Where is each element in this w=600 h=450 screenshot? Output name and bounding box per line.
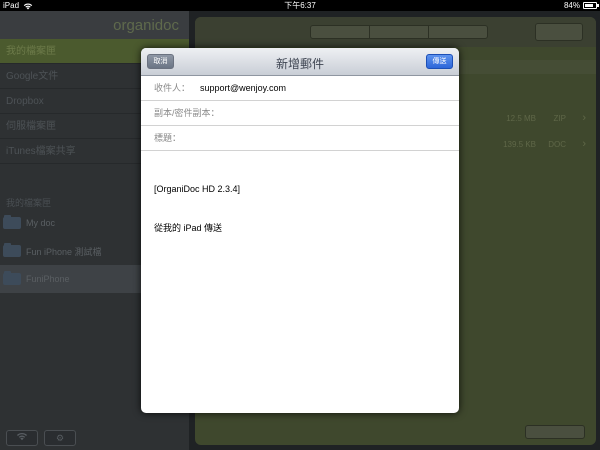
- send-button[interactable]: 傳送: [426, 54, 453, 69]
- battery-fill: [585, 4, 594, 7]
- segment-3[interactable]: [429, 26, 487, 38]
- subject-label: 標題：: [154, 133, 182, 143]
- main-toolbar: [195, 17, 596, 47]
- body-signature-line[interactable]: 從我的 iPad 傳送: [154, 221, 222, 234]
- segment-2[interactable]: [370, 26, 429, 38]
- chevron-right-icon: ›: [582, 112, 586, 124]
- to-field[interactable]: 收件人： support@wenjoy.com: [141, 76, 459, 101]
- file-type: DOC: [548, 140, 566, 149]
- to-value[interactable]: support@wenjoy.com: [200, 76, 286, 101]
- folder-icon: [3, 215, 21, 229]
- cc-bcc-field[interactable]: 副本/密件副本：: [141, 101, 459, 126]
- status-bar: iPad 下午6:37 84%: [0, 0, 600, 11]
- compose-mail-sheet: 取消 新增郵件 傳送 收件人： support@wenjoy.com 副本/密件…: [141, 48, 459, 413]
- clock: 下午6:37: [284, 1, 316, 10]
- segment-1[interactable]: [311, 26, 370, 38]
- file-size: 139.5 KB: [503, 140, 536, 149]
- folder-icon: [3, 271, 21, 285]
- app-logo: organidoc: [113, 17, 179, 34]
- folder-name: Fun iPhone 測試檔: [26, 246, 102, 257]
- subject-field[interactable]: 標題：: [141, 126, 459, 151]
- folder-name: My doc: [26, 218, 56, 228]
- chevron-right-icon: ›: [582, 138, 586, 150]
- brand-header: organidoc: [0, 11, 189, 41]
- body-version-line[interactable]: [OrganiDoc HD 2.3.4]: [154, 184, 240, 194]
- view-segmented-control[interactable]: [310, 25, 488, 39]
- toolbar-actions-button[interactable]: [535, 23, 583, 41]
- wifi-share-button[interactable]: [6, 429, 38, 446]
- file-type: ZIP: [553, 114, 566, 123]
- gear-icon: ⚙: [55, 432, 65, 443]
- wifi-icon: [16, 432, 28, 440]
- folder-name: FuniPhone: [26, 274, 70, 284]
- compose-title: 新增郵件: [275, 57, 324, 71]
- cc-bcc-label: 副本/密件副本：: [154, 108, 220, 118]
- compose-navbar: 取消 新增郵件 傳送: [141, 48, 459, 76]
- sidebar-toolbar: ⚙: [0, 425, 189, 450]
- file-size: 12.5 MB: [506, 114, 536, 123]
- battery-percent: 84%: [563, 1, 580, 10]
- view-toggle[interactable]: [525, 425, 585, 439]
- folder-icon: [3, 243, 21, 257]
- settings-button[interactable]: ⚙: [44, 429, 76, 446]
- to-label: 收件人：: [154, 83, 191, 93]
- battery-icon: [583, 2, 599, 9]
- section-title: 我的檔案匣: [6, 198, 52, 208]
